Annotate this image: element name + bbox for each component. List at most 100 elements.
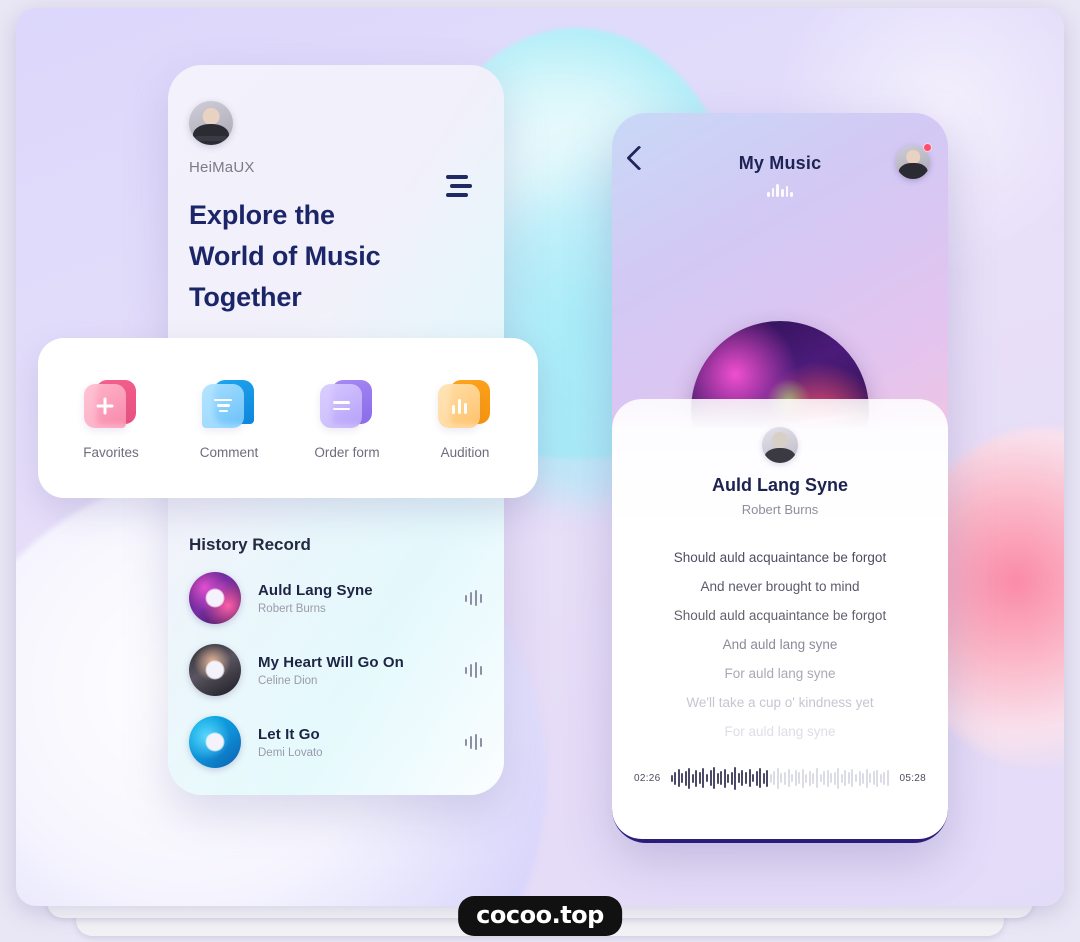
waveform-bar <box>674 771 677 785</box>
track-meta: My Heart Will Go On Celine Dion <box>258 654 465 687</box>
document-lines-icon <box>320 377 374 431</box>
waveform-bar <box>826 769 829 787</box>
waveform-bar <box>823 771 826 785</box>
track-artist: Demi Lovato <box>258 746 323 759</box>
waveform-bar <box>734 766 737 790</box>
waveform-bar <box>808 770 811 786</box>
icon-front-layer <box>320 383 362 428</box>
table-row[interactable]: Let It Go Demi Lovato <box>189 716 486 768</box>
album-art <box>189 572 241 624</box>
avatar-body <box>898 162 928 179</box>
eq-bar <box>457 398 461 414</box>
waveform-icon[interactable] <box>464 589 482 607</box>
waveform-bar <box>677 769 680 787</box>
lyric-line: For auld lang syne <box>724 724 836 739</box>
track-title: My Heart Will Go On <box>258 653 404 671</box>
avatar-head <box>202 108 220 126</box>
waveform-bar <box>748 769 751 787</box>
artist-avatar <box>762 427 798 463</box>
feature-audition[interactable]: Audition <box>413 377 517 460</box>
track-title: Let It Go <box>258 725 320 743</box>
lyric-line: We'll take a cup o' kindness yet <box>686 695 874 710</box>
history-record-section: History Record Auld Lang Syne Robert Bur… <box>189 535 486 788</box>
waveform-bar <box>670 774 673 782</box>
waveform-bar <box>787 769 790 787</box>
equalizer-icon <box>438 377 492 431</box>
feature-label: Comment <box>199 444 259 460</box>
lyric-line: And auld lang syne <box>722 637 838 652</box>
headline-line-2: World of Music <box>189 241 381 271</box>
waveform-bar <box>698 772 701 784</box>
waveform-bar <box>681 773 684 783</box>
waveform-bar <box>695 769 698 787</box>
album-art <box>189 644 241 696</box>
waveform-bar <box>872 771 875 785</box>
track-artist: Robert Burns <box>258 602 326 615</box>
waveform-bar <box>727 773 730 783</box>
equalizer-icon <box>612 183 948 197</box>
total-time-label: 05:28 <box>899 772 926 784</box>
waveform-bar <box>869 773 872 783</box>
waveform-bar <box>766 769 769 787</box>
lyric-line: For auld lang syne <box>724 666 836 681</box>
waveform-bar <box>854 774 857 782</box>
bookmark-plus-icon <box>84 377 138 431</box>
plus-glyph <box>103 397 107 414</box>
hamburger-icon[interactable] <box>446 175 472 197</box>
song-artist: Robert Burns <box>741 502 819 517</box>
feature-order-form[interactable]: Order form <box>295 377 399 460</box>
current-time-label: 02:26 <box>634 772 661 784</box>
lyric-line: Should auld acquaintance be forgot <box>673 608 887 623</box>
username-label: HeiMaUX <box>189 159 255 176</box>
waveform-bar <box>862 772 865 784</box>
waveform-bar <box>780 773 783 783</box>
waveform-bar <box>773 771 776 785</box>
waveform-bar <box>858 770 861 786</box>
waveform-bar <box>716 772 719 784</box>
track-meta: Let It Go Demi Lovato <box>258 726 465 759</box>
feature-comment[interactable]: Comment <box>177 377 281 460</box>
waveform-bar <box>709 770 712 786</box>
track-artist: Celine Dion <box>258 674 318 687</box>
feature-label: Audition <box>440 444 490 460</box>
lyric-line: And never brought to mind <box>700 579 860 594</box>
icon-line <box>216 404 230 407</box>
waveform-bar <box>791 774 794 782</box>
avatar[interactable] <box>189 101 233 145</box>
watermark: cocoo.top <box>458 896 622 936</box>
waveform-bar <box>702 768 705 788</box>
icon-line <box>332 407 350 411</box>
waveform-bar <box>879 773 882 783</box>
icon-front-layer <box>202 383 244 428</box>
waveform-bar <box>847 772 850 784</box>
design-canvas: HeiMaUX Explore the World of Music Toget… <box>16 8 1064 906</box>
waveform-bar <box>706 774 708 782</box>
table-row[interactable]: My Heart Will Go On Celine Dion <box>189 644 486 696</box>
screenshot-stage: HeiMaUX Explore the World of Music Toget… <box>0 0 1080 942</box>
waveform-bar <box>737 773 740 783</box>
feature-shortcut-card: Favorites Comment Order form Audition <box>38 338 538 498</box>
waveform-bar <box>794 770 797 786</box>
waveform-bar <box>723 768 726 788</box>
waveform-icon[interactable] <box>464 661 482 679</box>
waveform-icon[interactable] <box>464 733 482 751</box>
track-meta: Auld Lang Syne Robert Burns <box>258 582 465 615</box>
waveform-bar <box>713 767 716 789</box>
player-header: My Music <box>612 113 948 223</box>
waveform-bar <box>837 767 840 789</box>
feature-favorites[interactable]: Favorites <box>59 377 163 460</box>
page-title: Explore the World of Music Together <box>189 195 483 318</box>
table-row[interactable]: Auld Lang Syne Robert Burns <box>189 572 486 624</box>
icon-line <box>332 400 350 404</box>
waveform-bar <box>883 771 886 785</box>
waveform-bar <box>691 773 694 783</box>
waveform-bar <box>798 772 801 784</box>
waveform-bar <box>688 767 691 789</box>
track-title: Auld Lang Syne <box>258 581 373 599</box>
waveform-bar <box>830 773 833 783</box>
waveform-scrubber[interactable] <box>670 765 890 791</box>
icon-line <box>218 409 228 413</box>
waveform-bar <box>876 769 879 787</box>
playback-progress[interactable]: 02:26 05:28 <box>634 765 926 791</box>
lyrics-panel: Auld Lang Syne Robert Burns Should auld … <box>612 399 948 839</box>
